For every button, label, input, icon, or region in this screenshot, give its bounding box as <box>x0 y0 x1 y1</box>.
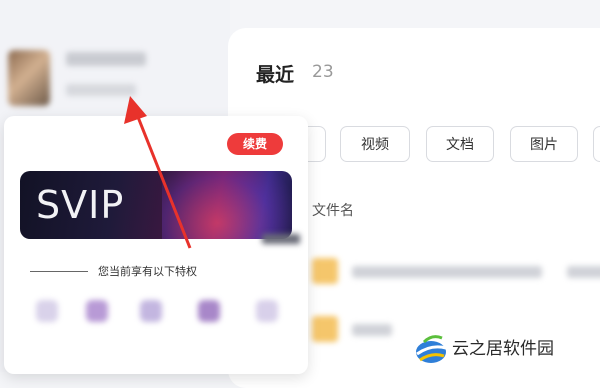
watermark-text: 云之居软件园 <box>452 339 554 359</box>
annotation-arrow-icon <box>124 96 192 249</box>
watermark-logo-icon <box>416 335 447 363</box>
